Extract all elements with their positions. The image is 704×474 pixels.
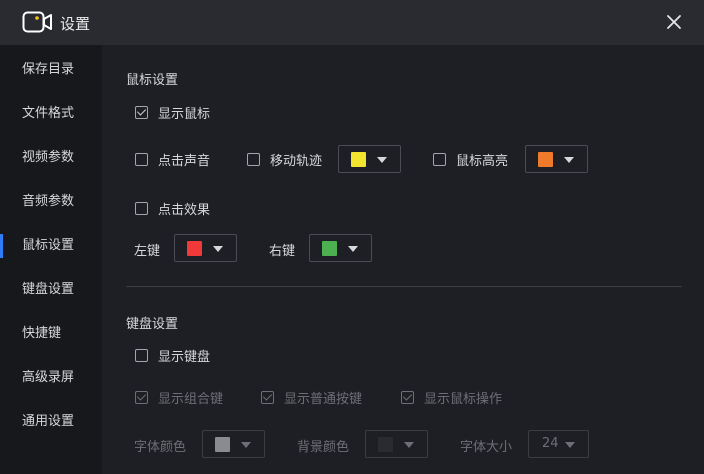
settings-sidebar: 保存目录 文件格式 视频参数 音频参数 鼠标设置 键盘设置 快捷键 高级录屏 通… (0, 45, 102, 474)
show-mouse-op-label: 显示鼠标操作 (424, 391, 503, 407)
highlight-color-dropdown[interactable] (525, 145, 588, 173)
sidebar-item-general-settings[interactable]: 通用设置 (0, 400, 102, 444)
checkbox-box[interactable] (135, 201, 148, 215)
click-effect-label: 点击效果 (158, 202, 211, 218)
click-sound-label: 点击声音 (158, 153, 211, 169)
checkbox-box[interactable] (135, 348, 148, 362)
sidebar-item-audio-params[interactable]: 音频参数 (0, 180, 102, 224)
chevron-down-icon (241, 442, 251, 448)
show-combo-keys-label: 显示组合键 (158, 391, 224, 407)
sidebar-item-advanced-recording[interactable]: 高级录屏 (0, 356, 102, 400)
sidebar-item-keyboard-settings[interactable]: 键盘设置 (0, 268, 102, 312)
left-key-color-dropdown[interactable] (174, 234, 237, 262)
show-keyboard-label: 显示键盘 (158, 349, 211, 365)
highlight-checkbox[interactable]: 鼠标高亮 (433, 149, 508, 169)
show-cursor-checkbox[interactable]: 显示鼠标 (135, 102, 210, 122)
show-normal-keys-checkbox: 显示普通按键 (261, 387, 362, 407)
right-key-color-dropdown[interactable] (309, 234, 372, 262)
checkbox-box (135, 390, 148, 404)
color-swatch (378, 437, 393, 452)
window-title: 设置 (60, 15, 91, 33)
show-cursor-label: 显示鼠标 (158, 106, 211, 122)
font-size-label: 字体大小 (460, 440, 513, 455)
font-color-label: 字体颜色 (134, 440, 187, 455)
checkbox-box[interactable] (433, 152, 446, 166)
sidebar-item-file-format[interactable]: 文件格式 (0, 92, 102, 136)
chevron-down-icon (377, 157, 387, 163)
chevron-down-icon (564, 157, 574, 163)
chevron-down-icon (404, 442, 414, 448)
show-mouse-op-checkbox: 显示鼠标操作 (401, 387, 502, 407)
move-trail-label: 移动轨迹 (270, 153, 323, 169)
chevron-down-icon (213, 246, 223, 252)
font-size-dropdown: 24 (528, 430, 589, 458)
checkbox-box[interactable] (135, 152, 148, 166)
checkbox-box (261, 390, 274, 404)
checkbox-box (401, 390, 414, 404)
video-camera-icon (22, 11, 52, 33)
keyboard-section-title: 键盘设置 (126, 317, 179, 332)
sidebar-item-mouse-settings[interactable]: 鼠标设置 (0, 224, 102, 268)
right-key-label: 右键 (269, 244, 296, 259)
highlight-label: 鼠标高亮 (456, 153, 509, 169)
mouse-section-title: 鼠标设置 (126, 73, 179, 88)
show-normal-keys-label: 显示普通按键 (284, 391, 363, 407)
checkbox-box[interactable] (247, 152, 260, 166)
font-size-value: 24 (542, 436, 559, 451)
left-key-label: 左键 (134, 244, 161, 259)
move-trail-color-dropdown[interactable] (338, 145, 401, 173)
title-bar: 设置 (0, 0, 704, 45)
color-swatch (351, 152, 366, 167)
show-combo-keys-checkbox: 显示组合键 (135, 387, 223, 407)
sidebar-item-video-params[interactable]: 视频参数 (0, 136, 102, 180)
close-icon[interactable] (664, 12, 684, 32)
checkbox-box[interactable] (135, 105, 148, 119)
font-color-dropdown (202, 430, 265, 458)
section-divider (126, 286, 682, 287)
bg-color-label: 背景颜色 (297, 440, 350, 455)
show-keyboard-checkbox[interactable]: 显示键盘 (135, 345, 210, 365)
sidebar-item-shortcuts[interactable]: 快捷键 (0, 312, 102, 356)
move-trail-checkbox[interactable]: 移动轨迹 (247, 149, 322, 169)
color-swatch (538, 152, 553, 167)
click-effect-checkbox[interactable]: 点击效果 (135, 198, 210, 218)
color-swatch (322, 241, 337, 256)
settings-content: 鼠标设置 显示鼠标 点击声音 移动轨迹 鼠标高亮 点击效果 左键 右键 键盘设置 (102, 45, 704, 474)
color-swatch (215, 437, 230, 452)
bg-color-dropdown (365, 430, 428, 458)
sidebar-item-save-directory[interactable]: 保存目录 (0, 48, 102, 92)
color-swatch (187, 241, 202, 256)
chevron-down-icon (565, 442, 575, 448)
chevron-down-icon (348, 246, 358, 252)
click-sound-checkbox[interactable]: 点击声音 (135, 149, 210, 169)
